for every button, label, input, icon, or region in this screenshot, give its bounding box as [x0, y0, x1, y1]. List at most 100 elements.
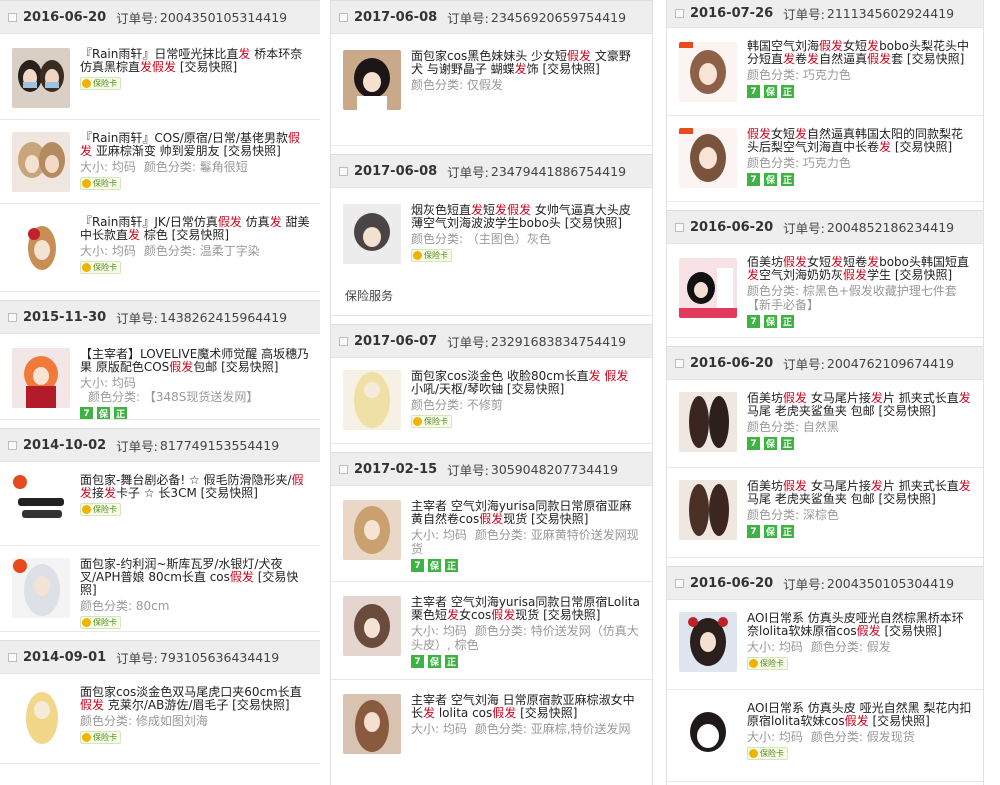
- insurance-service-row[interactable]: 保险服务: [331, 276, 652, 316]
- seven-day-return-badge[interactable]: 7: [411, 559, 424, 572]
- product-title[interactable]: AOI日常系 仿真头皮哑光自然棕黑桥本环奈lolita软妹原宿cos假发 [交易…: [747, 612, 973, 638]
- genuine-badge[interactable]: 正: [114, 407, 127, 419]
- product-image[interactable]: [12, 474, 70, 534]
- product-title[interactable]: 主宰者 空气刘海yurisa同款日常原宿亚麻黄自然卷cos假发现货 [交易快照]: [411, 500, 642, 526]
- genuine-badge[interactable]: 正: [781, 525, 794, 538]
- product-image[interactable]: [343, 694, 401, 754]
- insurance-badge[interactable]: 保险卡: [80, 503, 121, 516]
- seven-day-return-badge[interactable]: 7: [747, 315, 760, 328]
- guarantee-badge[interactable]: 保: [764, 437, 777, 450]
- insurance-badge[interactable]: 保险卡: [80, 261, 121, 274]
- product-image[interactable]: [12, 132, 70, 192]
- order-item[interactable]: 面包家-舞台剧必备! ☆ 假毛防滑隐形夹/假发接发卡子 ☆ 长3CM [交易快照…: [0, 462, 320, 546]
- order-item[interactable]: 『Rain雨轩』COS/原宿/日常/基佬男款假发 亚麻棕渐变 帅到爱朋友 [交易…: [0, 120, 320, 204]
- order-item[interactable]: AOI日常系 仿真头皮 哑光自然黑 梨花内扣原宿lolita软妹cos假发 [交…: [667, 690, 983, 782]
- genuine-badge[interactable]: 正: [445, 655, 458, 668]
- product-title[interactable]: 『Rain雨轩』COS/原宿/日常/基佬男款假发 亚麻棕渐变 帅到爱朋友 [交易…: [80, 132, 310, 158]
- genuine-badge[interactable]: 正: [445, 559, 458, 572]
- order-item[interactable]: 面包家-约利润~斯库瓦罗/水银灯/犬夜叉/APH普娘 80cm长直 cos假发 …: [0, 546, 320, 632]
- order-checkbox[interactable]: [339, 336, 348, 346]
- order-checkbox[interactable]: [339, 464, 348, 474]
- order-item[interactable]: 『Rain雨轩』JK/日常仿真假发 仿真发 甜美中长款直发 棕色 [交易快照] …: [0, 204, 320, 292]
- insurance-badge[interactable]: 保险卡: [80, 177, 121, 190]
- product-image[interactable]: [679, 42, 737, 102]
- order-item[interactable]: 佰美坊假发 女马尾片接发片 抓夹式长直发马尾 老虎夹鲨鱼夹 包邮 [交易快照] …: [667, 380, 983, 468]
- insurance-badge[interactable]: 保险卡: [411, 415, 452, 428]
- product-image[interactable]: [343, 370, 401, 430]
- guarantee-badge[interactable]: 保: [764, 173, 777, 186]
- product-title[interactable]: 韩国空气刘海假发女短发bobo头梨花头中分短直发卷发自然逼真假发套 [交易快照]: [747, 40, 973, 66]
- product-title[interactable]: 面包家-舞台剧必备! ☆ 假毛防滑隐形夹/假发接发卡子 ☆ 长3CM [交易快照…: [80, 474, 310, 500]
- product-image[interactable]: [12, 348, 70, 408]
- genuine-badge[interactable]: 正: [781, 173, 794, 186]
- product-image[interactable]: [679, 480, 737, 540]
- order-checkbox[interactable]: [675, 578, 684, 588]
- product-title[interactable]: 『Rain雨轩』日常哑光抹比直发 桥本环奈仿真黑棕直发假发 [交易快照]: [80, 48, 310, 74]
- order-checkbox[interactable]: [675, 358, 684, 368]
- product-title[interactable]: AOI日常系 仿真头皮 哑光自然黑 梨花内扣原宿lolita软妹cos假发 [交…: [747, 702, 973, 728]
- seven-day-return-badge[interactable]: 7: [747, 525, 760, 538]
- product-title[interactable]: 佰美坊假发 女马尾片接发片 抓夹式长直发马尾 老虎夹鲨鱼夹 包邮 [交易快照]: [747, 392, 973, 418]
- guarantee-badge[interactable]: 保: [428, 655, 441, 668]
- order-checkbox[interactable]: [339, 12, 348, 22]
- order-item[interactable]: 面包家cos黑色妹妹头 少女短假发 文豪野犬 与谢野晶子 蝴蝶发饰 [交易快照]…: [331, 34, 652, 146]
- product-image[interactable]: [343, 204, 401, 264]
- genuine-badge[interactable]: 正: [781, 85, 794, 98]
- guarantee-badge[interactable]: 保: [428, 559, 441, 572]
- order-checkbox[interactable]: [339, 166, 348, 176]
- order-item[interactable]: 假发女短发自然逼真韩国太阳的同款梨花头后梨空气刘海直中长卷发 [交易快照] 颜色…: [667, 116, 983, 202]
- product-title[interactable]: 主宰者 空气刘海 日常原宿款亚麻棕淑女中长发 lolita cos假发 [交易快…: [411, 694, 642, 720]
- product-title[interactable]: 面包家-约利润~斯库瓦罗/水银灯/犬夜叉/APH普娘 80cm长直 cos假发 …: [80, 558, 310, 597]
- product-image[interactable]: [12, 686, 70, 746]
- order-item[interactable]: 佰美坊假发女短发短卷发bobo头韩国短直发空气刘海奶奶灰假发学生 [交易快照] …: [667, 244, 983, 338]
- product-title[interactable]: 佰美坊假发女短发短卷发bobo头韩国短直发空气刘海奶奶灰假发学生 [交易快照]: [747, 256, 973, 282]
- guarantee-badge[interactable]: 保: [97, 407, 110, 419]
- insurance-badge[interactable]: 保险卡: [80, 616, 121, 629]
- insurance-badge[interactable]: 保险卡: [80, 731, 121, 744]
- seven-day-return-badge[interactable]: 7: [747, 173, 760, 186]
- seven-day-return-badge[interactable]: 7: [747, 437, 760, 450]
- order-checkbox[interactable]: [8, 12, 17, 22]
- order-item[interactable]: 面包家cos淡金色双马尾虎口夹60cm长直假发 克莱尔/AB游佐/眉毛子 [交易…: [0, 674, 320, 764]
- product-image[interactable]: [12, 558, 70, 618]
- order-item[interactable]: 主宰者 空气刘海yurisa同款日常原宿Lolita栗色短发女cos假发现货 […: [331, 582, 652, 680]
- order-item[interactable]: 韩国空气刘海假发女短发bobo头梨花头中分短直发卷发自然逼真假发套 [交易快照]…: [667, 28, 983, 116]
- product-image[interactable]: [343, 500, 401, 560]
- order-item[interactable]: 主宰者 空气刘海 日常原宿款亚麻棕淑女中长发 lolita cos假发 [交易快…: [331, 680, 652, 760]
- order-item[interactable]: 烟灰色短直发短发假发 女帅气逼真大头皮薄空气刘海波波学生bobo头 [交易快照]…: [331, 188, 652, 276]
- insurance-badge[interactable]: 保险卡: [747, 657, 788, 670]
- product-image[interactable]: [343, 50, 401, 110]
- guarantee-badge[interactable]: 保: [764, 525, 777, 538]
- product-title[interactable]: 烟灰色短直发短发假发 女帅气逼真大头皮薄空气刘海波波学生bobo头 [交易快照]: [411, 204, 642, 230]
- product-title[interactable]: 主宰者 空气刘海yurisa同款日常原宿Lolita栗色短发女cos假发现货 […: [411, 596, 642, 622]
- product-title[interactable]: 面包家cos黑色妹妹头 少女短假发 文豪野犬 与谢野晶子 蝴蝶发饰 [交易快照]: [411, 50, 642, 76]
- genuine-badge[interactable]: 正: [781, 437, 794, 450]
- order-item[interactable]: 主宰者 空气刘海yurisa同款日常原宿亚麻黄自然卷cos假发现货 [交易快照]…: [331, 486, 652, 582]
- seven-day-return-badge[interactable]: 7: [411, 655, 424, 668]
- order-checkbox[interactable]: [8, 652, 17, 662]
- product-image[interactable]: [679, 392, 737, 452]
- order-item[interactable]: 面包家cos淡金色 收脸80cm长直发 假发 小吼/天枢/琴吹铀 [交易快照] …: [331, 358, 652, 444]
- product-image[interactable]: [679, 128, 737, 188]
- product-image[interactable]: [343, 596, 401, 656]
- guarantee-badge[interactable]: 保: [764, 315, 777, 328]
- order-item[interactable]: 『Rain雨轩』日常哑光抹比直发 桥本环奈仿真黑棕直发假发 [交易快照] 保险卡: [0, 34, 320, 120]
- insurance-badge[interactable]: 保险卡: [747, 747, 788, 760]
- order-checkbox[interactable]: [675, 9, 684, 18]
- genuine-badge[interactable]: 正: [781, 315, 794, 328]
- product-title[interactable]: 假发女短发自然逼真韩国太阳的同款梨花头后梨空气刘海直中长卷发 [交易快照]: [747, 128, 973, 154]
- product-title[interactable]: 【主宰者】LOVELIVE魔术师觉醒 高坂穗乃果 原版配色COS假发包邮 [交易…: [80, 348, 310, 374]
- product-title[interactable]: 面包家cos淡金色 收脸80cm长直发 假发 小吼/天枢/琴吹铀 [交易快照]: [411, 370, 642, 396]
- order-checkbox[interactable]: [675, 222, 684, 232]
- product-image[interactable]: [679, 258, 737, 318]
- insurance-badge[interactable]: 保险卡: [80, 77, 121, 90]
- order-checkbox[interactable]: [8, 312, 17, 322]
- order-checkbox[interactable]: [8, 440, 17, 450]
- order-item[interactable]: 佰美坊假发 女马尾片接发片 抓夹式长直发马尾 老虎夹鲨鱼夹 包邮 [交易快照] …: [667, 468, 983, 558]
- product-title[interactable]: 面包家cos淡金色双马尾虎口夹60cm长直假发 克莱尔/AB游佐/眉毛子 [交易…: [80, 686, 310, 712]
- product-title[interactable]: 佰美坊假发 女马尾片接发片 抓夹式长直发马尾 老虎夹鲨鱼夹 包邮 [交易快照]: [747, 480, 973, 506]
- product-image[interactable]: [12, 48, 70, 108]
- seven-day-return-badge[interactable]: 7: [80, 407, 93, 419]
- guarantee-badge[interactable]: 保: [764, 85, 777, 98]
- product-title[interactable]: 『Rain雨轩』JK/日常仿真假发 仿真发 甜美中长款直发 棕色 [交易快照]: [80, 216, 310, 242]
